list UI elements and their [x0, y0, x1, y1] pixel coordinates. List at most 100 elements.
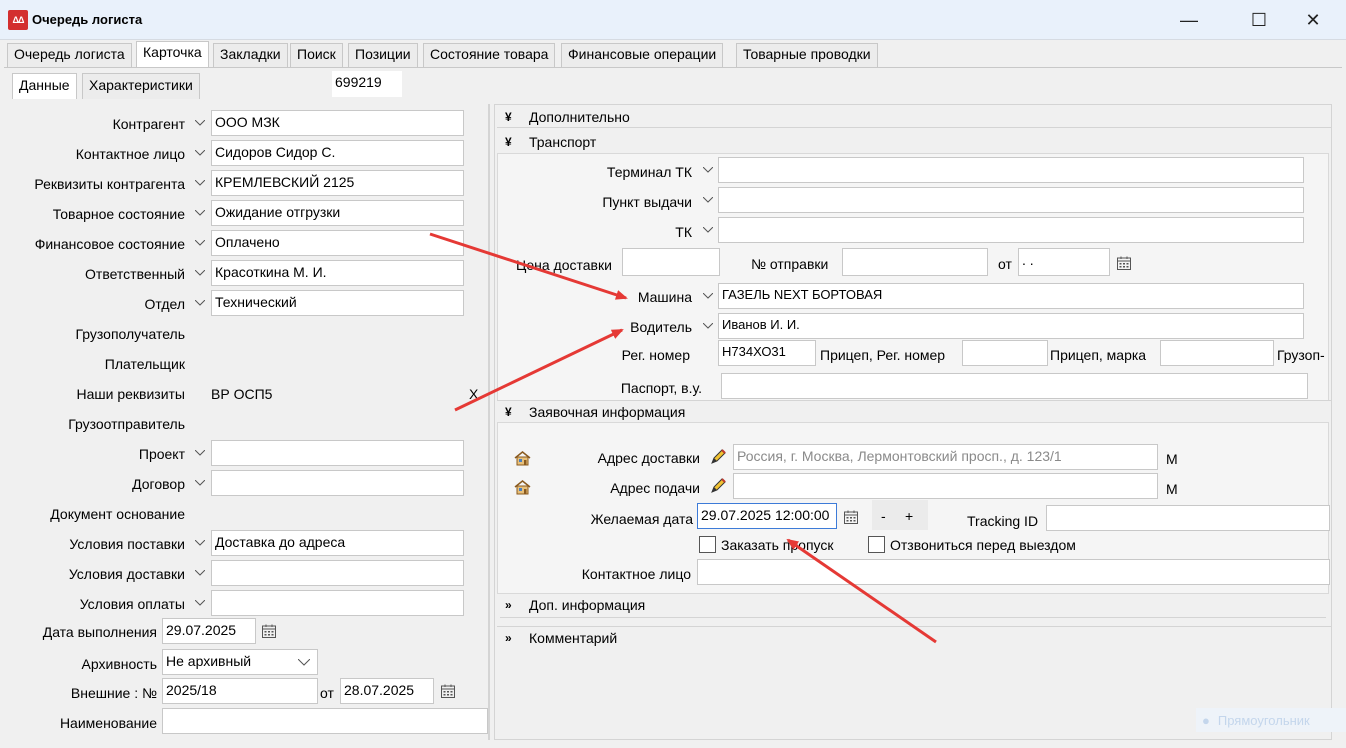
desired-date-field[interactable]: 29.07.2025 12:00:00	[697, 503, 837, 529]
label-shipper[interactable]: Грузоотправитель	[0, 416, 185, 432]
department-dropdown[interactable]	[191, 290, 209, 316]
calendar-icon[interactable]	[440, 683, 456, 699]
vehicle-dropdown[interactable]	[699, 283, 717, 309]
tab-positions[interactable]: Позиции	[348, 43, 418, 67]
label-delivery-terms: Условия поставки	[69, 536, 185, 552]
shipping-terms-dropdown[interactable]	[191, 560, 209, 586]
delivery-price-field[interactable]	[622, 248, 720, 276]
goods-state-field[interactable]: Ожидание отгрузки	[211, 200, 464, 226]
trailer-reg-field[interactable]	[962, 340, 1048, 366]
date-increment-button[interactable]: +	[905, 508, 913, 524]
minimize-button[interactable]: —	[1166, 6, 1212, 34]
label-tracking: Tracking ID	[967, 513, 1039, 529]
external-number-field[interactable]: 2025/18	[162, 678, 318, 704]
passport-field[interactable]	[721, 373, 1308, 399]
label-department: Отдел	[144, 296, 186, 312]
external-date-field[interactable]: 28.07.2025	[340, 678, 434, 704]
edit-pencil-icon[interactable]	[709, 448, 727, 466]
pickup-address-field[interactable]	[733, 473, 1158, 499]
pickup-field[interactable]	[718, 187, 1304, 213]
subtab-data[interactable]: Данные	[12, 73, 77, 99]
tk-dropdown[interactable]	[699, 217, 717, 243]
delivery-terms-dropdown[interactable]	[191, 530, 209, 556]
maximize-button[interactable]: ☐	[1236, 6, 1282, 34]
contact-dropdown[interactable]	[191, 140, 209, 166]
vehicle-field[interactable]: ГАЗЕЛЬ NEXT БОРТОВАЯ	[718, 283, 1304, 309]
label-order-pass[interactable]: Заказать пропуск	[721, 537, 834, 553]
tab-bookmarks[interactable]: Закладки	[213, 43, 288, 67]
tracking-field[interactable]	[1046, 505, 1330, 531]
terminal-dropdown[interactable]	[699, 157, 717, 183]
pickup-dropdown[interactable]	[699, 187, 717, 213]
trailer-brand-field[interactable]	[1160, 340, 1274, 366]
department-field[interactable]: Технический	[211, 290, 464, 316]
label-base-doc[interactable]: Документ основание	[0, 506, 185, 522]
responsible-dropdown[interactable]	[191, 260, 209, 286]
label-consignee[interactable]: Грузополучатель	[0, 326, 185, 342]
house-icon[interactable]	[514, 451, 531, 466]
section-extra-info[interactable]: » Доп. информация	[497, 594, 1331, 616]
terminal-field[interactable]	[718, 157, 1304, 183]
tab-goods-state[interactable]: Состояние товара	[423, 43, 556, 67]
project-dropdown[interactable]	[191, 440, 209, 466]
pickup-address-map-button[interactable]: М	[1166, 481, 1178, 497]
label-our-requisites[interactable]: Наши реквизиты	[0, 386, 185, 402]
requisites-field[interactable]: КРЕМЛЕВСКИЙ 2125	[211, 170, 464, 196]
tab-goods-postings[interactable]: Товарные проводки	[736, 43, 878, 67]
calendar-icon[interactable]	[1116, 255, 1132, 271]
reg-no-field[interactable]: Н734ХО31	[718, 340, 816, 366]
archive-select[interactable]: Не архивный	[162, 649, 318, 675]
chevron-down-icon	[703, 227, 713, 233]
label-payer[interactable]: Плательщик	[0, 356, 185, 372]
label-done-date: Дата выполнения	[42, 624, 157, 640]
driver-field[interactable]: Иванов И. И.	[718, 313, 1304, 339]
shipping-terms-field[interactable]	[211, 560, 464, 586]
delivery-address-field[interactable]: Россия, г. Москва, Лермонтовский просп.,…	[733, 444, 1158, 470]
delivery-address-map-button[interactable]: М	[1166, 451, 1178, 467]
clear-requisites-button[interactable]: X	[469, 386, 478, 402]
edit-pencil-icon[interactable]	[709, 477, 727, 495]
date-decrement-button[interactable]: -	[881, 508, 886, 524]
driver-dropdown[interactable]	[699, 313, 717, 339]
contract-field[interactable]	[211, 470, 464, 496]
calendar-icon[interactable]	[843, 509, 859, 525]
kontragent-dropdown[interactable]	[191, 110, 209, 136]
section-additional[interactable]: ¥ Дополнительно	[497, 106, 1331, 128]
call-before-checkbox[interactable]	[868, 536, 885, 553]
house-icon[interactable]	[514, 480, 531, 495]
order-pass-checkbox[interactable]	[699, 536, 716, 553]
project-field[interactable]	[211, 440, 464, 466]
panel-splitter[interactable]	[488, 104, 490, 740]
section-transport[interactable]: ¥ Транспорт	[497, 131, 1331, 153]
fin-state-field[interactable]: Оплачено	[211, 230, 464, 256]
goods-state-dropdown[interactable]	[191, 200, 209, 226]
payment-terms-dropdown[interactable]	[191, 590, 209, 616]
shipment-date-field[interactable]: . .	[1018, 248, 1110, 276]
section-request[interactable]: ¥ Заявочная информация	[497, 400, 1331, 422]
label-fin-state: Финансовое состояние	[34, 236, 185, 252]
tab-financial-operations[interactable]: Финансовые операции	[561, 43, 724, 67]
calendar-icon[interactable]	[261, 623, 277, 639]
tab-logistics-queue[interactable]: Очередь логиста	[7, 43, 132, 67]
name-field[interactable]	[162, 708, 488, 734]
payment-terms-field[interactable]	[211, 590, 464, 616]
label-call-before[interactable]: Отзвониться перед выездом	[890, 537, 1076, 553]
contract-dropdown[interactable]	[191, 470, 209, 496]
delivery-terms-field[interactable]: Доставка до адреса	[211, 530, 464, 556]
subtab-characteristics[interactable]: Характеристики	[82, 73, 200, 99]
tk-field[interactable]	[718, 217, 1304, 243]
chevron-double-down-icon: ¥	[505, 135, 512, 149]
done-date-field[interactable]: 29.07.2025	[162, 618, 256, 644]
contact-field[interactable]: Сидоров Сидор С.	[211, 140, 464, 166]
close-button[interactable]: ✕	[1290, 6, 1336, 34]
tab-card[interactable]: Карточка	[136, 41, 209, 68]
responsible-field[interactable]: Красоткина М. И.	[211, 260, 464, 286]
watermark: ● Прямоугольник	[1196, 708, 1346, 732]
section-comment[interactable]: » Комментарий	[497, 626, 1331, 648]
requisites-dropdown[interactable]	[191, 170, 209, 196]
request-contact-field[interactable]	[697, 559, 1330, 585]
fin-state-dropdown[interactable]	[191, 230, 209, 256]
kontragent-field[interactable]: ООО МЗК	[211, 110, 464, 136]
tab-search[interactable]: Поиск	[290, 43, 343, 67]
shipment-no-field[interactable]	[842, 248, 988, 276]
